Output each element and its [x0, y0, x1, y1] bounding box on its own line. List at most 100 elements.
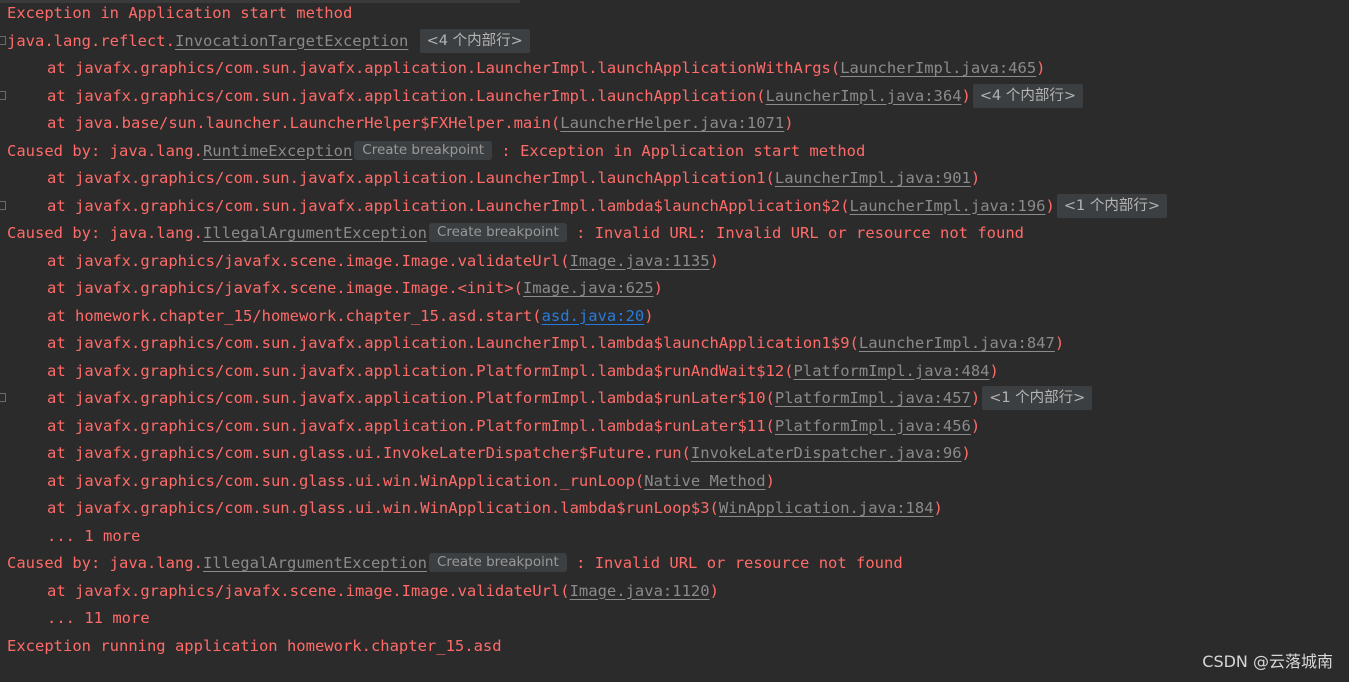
source-link[interactable]: LauncherImpl.java:465 — [840, 59, 1036, 77]
console-line: java.lang.reflect.InvocationTargetExcept… — [0, 28, 1349, 56]
console-line: at javafx.graphics/com.sun.glass.ui.win.… — [0, 468, 1349, 496]
source-link[interactable]: PlatformImpl.java:456 — [775, 417, 971, 435]
trace-text: at javafx.graphics/com.sun.glass.ui.win.… — [47, 471, 645, 490]
source-link[interactable]: Image.java:1135 — [570, 252, 710, 270]
trace-text: ) — [970, 389, 981, 407]
collapsed-internal-lines[interactable]: <4 个内部行> — [972, 83, 1084, 108]
trace-text: Caused by: java.lang. — [7, 141, 203, 160]
create-breakpoint-button[interactable]: Create breakpoint — [428, 223, 567, 242]
trace-text: ) — [709, 581, 719, 600]
trace-text: ... 1 more — [47, 526, 141, 545]
console-line: at javafx.graphics/javafx.scene.image.Im… — [0, 578, 1349, 606]
trace-text: ) — [989, 361, 999, 380]
source-link[interactable]: WinApplication.java:184 — [719, 499, 934, 517]
trace-text: at javafx.graphics/com.sun.javafx.applic… — [47, 169, 775, 187]
trace-text: ) — [784, 114, 794, 132]
create-breakpoint-button[interactable]: Create breakpoint — [428, 553, 567, 572]
source-link[interactable]: Image.java:1120 — [570, 582, 710, 600]
trace-text: ) — [970, 169, 981, 187]
trace-text: at javafx.graphics/com.sun.javafx.applic… — [47, 334, 859, 352]
console-line: at javafx.graphics/javafx.scene.image.Im… — [0, 248, 1349, 276]
source-link[interactable]: LauncherImpl.java:901 — [775, 169, 971, 187]
trace-text: ) — [644, 306, 654, 325]
console-line: at javafx.graphics/com.sun.javafx.applic… — [0, 83, 1349, 111]
collapsed-internal-lines[interactable]: <4 个内部行> — [419, 28, 530, 53]
trace-text: ... 11 more — [47, 609, 150, 627]
trace-text: : Invalid URL or resource not found — [566, 554, 903, 572]
watermark: CSDN @云落城南 — [1202, 652, 1333, 671]
console-line: Caused by: java.lang.RuntimeException Cre… — [0, 138, 1349, 166]
console-line: at javafx.graphics/com.sun.javafx.applic… — [0, 55, 1349, 83]
source-link[interactable]: LauncherImpl.java:196 — [850, 197, 1046, 215]
source-link[interactable]: LauncherImpl.java:364 — [766, 87, 962, 105]
trace-text: at homework.chapter_15/homework.chapter_… — [47, 306, 542, 325]
source-link[interactable]: IllegalArgumentException — [203, 224, 427, 242]
trace-text: Exception in Application start method — [7, 4, 353, 22]
console-line: at java.base/sun.launcher.LauncherHelper… — [0, 110, 1349, 138]
trace-text: at javafx.graphics/com.sun.glass.ui.Invo… — [47, 444, 691, 462]
stack-trace: Exception in Application start method jav… — [0, 0, 1349, 660]
console-line: at javafx.graphics/javafx.scene.image.Im… — [0, 275, 1349, 303]
source-link[interactable]: Native Method — [644, 472, 765, 490]
fold-toggle-icon[interactable] — [0, 200, 6, 210]
source-link[interactable]: InvocationTargetException — [175, 32, 408, 50]
console-line: at homework.chapter_15/homework.chapter_… — [0, 303, 1349, 331]
console-line: at javafx.graphics/com.sun.javafx.applic… — [0, 330, 1349, 358]
console-line: at javafx.graphics/com.sun.javafx.applic… — [0, 165, 1349, 193]
trace-text: ) — [765, 471, 775, 490]
console-line: at javafx.graphics/com.sun.javafx.applic… — [0, 413, 1349, 441]
trace-text: at javafx.graphics/com.sun.javafx.applic… — [47, 389, 775, 407]
source-link[interactable]: Image.java:625 — [523, 279, 654, 297]
source-link[interactable]: IllegalArgumentException — [203, 554, 427, 572]
trace-text: at java.base/sun.launcher.LauncherHelper… — [47, 114, 561, 132]
fold-toggle-icon[interactable] — [0, 393, 6, 402]
source-link[interactable]: LauncherImpl.java:847 — [859, 334, 1055, 352]
source-link[interactable]: PlatformImpl.java:484 — [794, 362, 990, 380]
console-line: at javafx.graphics/com.sun.glass.ui.win.… — [0, 495, 1349, 523]
trace-text: Caused by: java.lang. — [7, 224, 203, 242]
trace-text: at javafx.graphics/com.sun.javafx.applic… — [47, 86, 766, 105]
console-line: at javafx.graphics/com.sun.javafx.applic… — [0, 193, 1349, 221]
collapsed-internal-lines[interactable]: <1 个内部行> — [982, 386, 1093, 410]
trace-text: ) — [1054, 334, 1065, 352]
trace-text: Caused by: java.lang. — [7, 554, 203, 572]
console-line: at javafx.graphics/com.sun.glass.ui.Invo… — [0, 440, 1349, 468]
trace-text: ) — [961, 444, 971, 462]
console-line: Exception running application homework.c… — [0, 633, 1349, 661]
console-line: Caused by: java.lang.IllegalArgumentExce… — [0, 220, 1349, 248]
trace-text: at javafx.graphics/com.sun.javafx.applic… — [47, 59, 841, 77]
console-line: Caused by: java.lang.IllegalArgumentExce… — [0, 550, 1349, 578]
trace-text: java.lang.reflect. — [7, 31, 175, 50]
console-line: at javafx.graphics/com.sun.javafx.applic… — [0, 358, 1349, 386]
console-output: Exception in Application start method jav… — [0, 0, 1349, 682]
source-link[interactable]: InvokeLaterDispatcher.java:96 — [691, 444, 962, 462]
console-line: ... 11 more — [0, 605, 1349, 633]
trace-text: : Exception in Application start method — [492, 141, 866, 160]
console-line: Exception in Application start method — [0, 0, 1349, 28]
source-link[interactable]: LauncherHelper.java:1071 — [560, 114, 784, 132]
fold-toggle-icon[interactable] — [0, 35, 6, 45]
fold-toggle-icon[interactable] — [0, 90, 6, 100]
trace-text: : Invalid URL: Invalid URL or resource n… — [566, 224, 1024, 242]
source-link[interactable]: RuntimeException — [203, 142, 352, 160]
trace-text: at javafx.graphics/com.sun.javafx.applic… — [47, 416, 775, 435]
trace-text: ) — [933, 499, 943, 517]
trace-text: at javafx.graphics/com.sun.javafx.applic… — [47, 361, 794, 380]
collapsed-internal-lines[interactable]: <1 个内部行> — [1056, 193, 1167, 218]
trace-text — [408, 32, 417, 50]
trace-text: at javafx.graphics/javafx.scene.image.Im… — [47, 279, 523, 297]
console-line: at javafx.graphics/com.sun.javafx.applic… — [0, 385, 1349, 413]
trace-text: at javafx.graphics/com.sun.glass.ui.win.… — [47, 499, 719, 517]
source-link[interactable]: asd.java:20 — [542, 307, 645, 325]
trace-text: at javafx.graphics/javafx.scene.image.Im… — [47, 251, 570, 270]
trace-text: ) — [709, 251, 719, 270]
trace-text: ) — [1045, 196, 1055, 215]
trace-text: ) — [970, 416, 981, 435]
source-link[interactable]: PlatformImpl.java:457 — [775, 389, 971, 407]
trace-text: ) — [961, 86, 971, 105]
trace-text: Exception running application homework.c… — [7, 636, 502, 655]
trace-text: at javafx.graphics/javafx.scene.image.Im… — [47, 581, 570, 600]
trace-text: ) — [653, 279, 663, 297]
create-breakpoint-button[interactable]: Create breakpoint — [354, 140, 493, 160]
trace-text: ) — [1036, 59, 1046, 77]
